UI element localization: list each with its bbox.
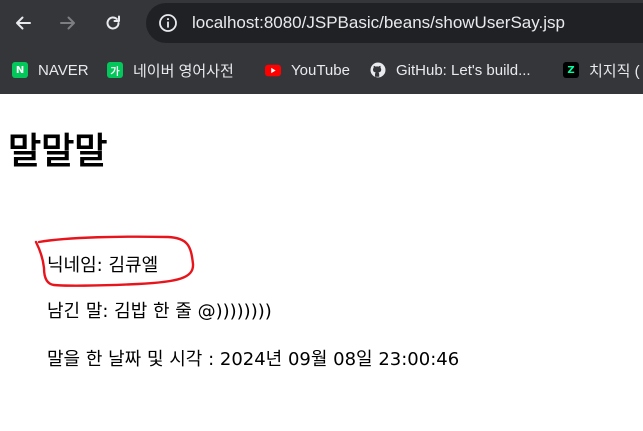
url-text[interactable]: localhost:8080/JSPBasic/beans/showUserSa… [192,13,565,33]
bookmarks-bar: N NAVER 가 네이버 영어사전 YouTube GitHub: Let's… [0,47,643,94]
bookmark-chzzk[interactable]: Z 치지직 ( [563,60,640,80]
bookmark-naver[interactable]: N NAVER [12,60,89,80]
back-button[interactable] [9,9,37,37]
address-bar[interactable]: localhost:8080/JSPBasic/beans/showUserSa… [146,3,643,43]
bookmark-label: GitHub: Let's build... [396,61,531,79]
browser-chrome: localhost:8080/JSPBasic/beans/showUserSa… [0,0,643,94]
forward-button[interactable] [54,9,82,37]
page-title: 말말말 [8,131,108,172]
bookmark-label: YouTube [291,61,350,79]
naver-icon: N [12,62,28,78]
arrow-left-icon [16,16,31,30]
chzzk-icon: Z [563,62,579,78]
bookmark-label: 치지직 ( [589,62,640,80]
bookmark-label: NAVER [38,61,89,79]
datetime-line: 말을 한 날짜 및 시각 : 2024년 09월 08일 23:00:46 [47,349,460,370]
message-line: 남긴 말: 김밥 한 줄 @)))))))) [47,301,272,322]
arrow-right-icon [60,16,75,30]
bookmark-github[interactable]: GitHub: Let's build... [370,60,531,80]
reload-button[interactable] [99,9,127,37]
youtube-icon [265,62,281,78]
github-icon [370,62,386,78]
bookmark-naver-dictionary[interactable]: 가 네이버 영어사전 [107,60,234,80]
naver-dictionary-icon: 가 [107,62,123,78]
browser-toolbar: localhost:8080/JSPBasic/beans/showUserSa… [0,0,643,47]
nickname-line: 닉네임: 김큐엘 [47,255,159,276]
page-content: 말말말 닉네임: 김큐엘 남긴 말: 김밥 한 줄 @)))))))) 말을 한… [0,94,643,431]
site-info-icon[interactable] [158,13,178,33]
bookmark-youtube[interactable]: YouTube [265,60,350,80]
reload-icon [106,15,120,30]
bookmark-label: 네이버 영어사전 [133,62,234,80]
